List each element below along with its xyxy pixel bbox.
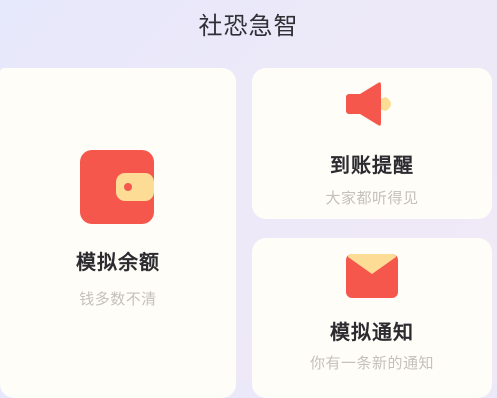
notification-card[interactable]: 模拟通知 你有一条新的通知 [252,238,492,398]
megaphone-icon [346,82,391,126]
page-title: 社恐急智 [198,12,299,40]
payment-alert-card-title: 到账提醒 [330,153,414,177]
wallet-card-subtitle: 钱多数不清 [79,290,157,308]
envelope-icon [346,254,398,298]
wallet-card-title: 模拟余额 [76,250,160,274]
notification-card-title: 模拟通知 [330,320,414,344]
wallet-card[interactable]: 模拟余额 钱多数不清 [0,68,236,398]
payment-alert-card[interactable]: 到账提醒 大家都听得见 [252,68,492,219]
payment-alert-card-subtitle: 大家都听得见 [325,189,419,207]
wallet-icon [80,150,154,224]
notification-card-subtitle: 你有一条新的通知 [309,354,434,372]
